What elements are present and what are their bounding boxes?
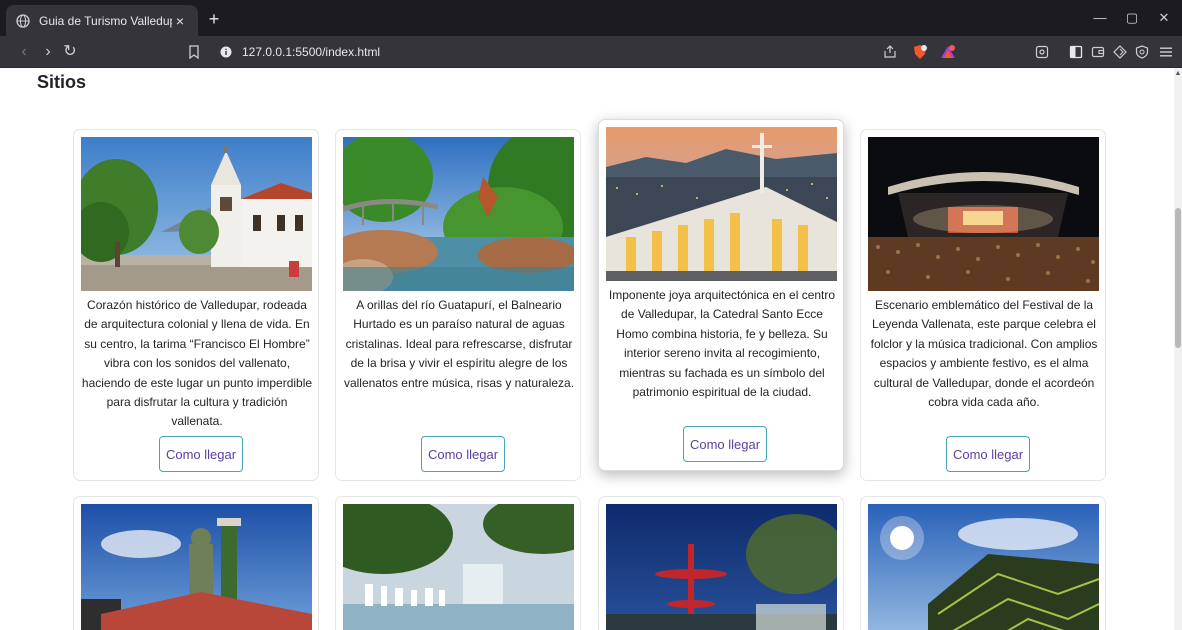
site-photo-edificio: [868, 504, 1099, 630]
site-photo-fuente: [606, 504, 837, 630]
globe-icon: [16, 13, 30, 28]
url-text: 127.0.0.1:5500/index.html: [242, 45, 381, 59]
vpn-icon[interactable]: [1132, 42, 1152, 62]
browser-tab-active[interactable]: Guia de Turismo Valledupar ×: [6, 5, 198, 36]
window-minimize-button[interactable]: —: [1090, 10, 1110, 28]
site-card: A orillas del río Guatapurí, el Balneari…: [335, 129, 581, 481]
site-card: Corazón histórico de Valledupar, rodeada…: [73, 129, 319, 481]
site-card: [335, 496, 581, 630]
browser-tab-strip: Guia de Turismo Valledupar × + — ▢ ✕: [0, 0, 1182, 36]
site-description: Corazón histórico de Valledupar, rodeada…: [81, 298, 313, 429]
site-description: Imponente joya arquitectónica en el cent…: [608, 288, 836, 400]
site-card: [73, 496, 319, 630]
extensions-icon[interactable]: [1110, 42, 1130, 62]
screenshot-icon[interactable]: [1032, 42, 1052, 62]
bookmark-icon[interactable]: [184, 42, 204, 62]
site-photo-monumento: [343, 504, 574, 630]
back-button[interactable]: ‹: [14, 42, 34, 62]
site-card: [860, 496, 1106, 630]
site-photo-plaza: [81, 137, 312, 291]
reload-button[interactable]: ↻: [60, 42, 80, 62]
share-icon[interactable]: [880, 42, 900, 62]
page-scrollbar[interactable]: ▲: [1174, 68, 1182, 630]
brave-shields-icon[interactable]: [910, 42, 930, 62]
directions-button[interactable]: Como llegar: [683, 426, 767, 462]
section-title: Sitios: [37, 72, 87, 92]
directions-button[interactable]: Como llegar: [946, 436, 1030, 472]
site-description: Escenario emblemático del Festival de la…: [870, 298, 1098, 410]
site-photo-parque-leyenda: [868, 137, 1099, 291]
site-photo-mirador: [81, 504, 312, 630]
menu-icon[interactable]: [1156, 42, 1176, 62]
site-card: Escenario emblemático del Festival de la…: [860, 129, 1106, 481]
site-description: A orillas del río Guatapurí, el Balneari…: [343, 298, 575, 390]
page-viewport: Sitios Corazón histórico de Valledupar, …: [0, 68, 1174, 630]
tab-close-icon[interactable]: ×: [172, 13, 188, 29]
site-info-icon[interactable]: [216, 42, 236, 62]
forward-button[interactable]: ›: [38, 42, 58, 62]
window-close-button[interactable]: ✕: [1154, 10, 1174, 28]
tab-title: Guia de Turismo Valledupar: [39, 13, 172, 28]
directions-button[interactable]: Como llegar: [159, 436, 243, 472]
directions-button[interactable]: Como llegar: [421, 436, 505, 472]
browser-toolbar: ‹ › ↻ 127.0.0.1:5500/index.html: [0, 36, 1182, 68]
site-card: [598, 496, 844, 630]
brave-rewards-icon[interactable]: [938, 42, 958, 62]
address-bar[interactable]: 127.0.0.1:5500/index.html: [178, 40, 970, 64]
new-tab-button[interactable]: +: [204, 9, 224, 29]
site-card: Imponente joya arquitectónica en el cent…: [598, 119, 844, 471]
window-restore-button[interactable]: ▢: [1122, 10, 1142, 28]
scroll-up-icon[interactable]: ▲: [1174, 70, 1182, 78]
sidebar-icon[interactable]: [1066, 42, 1086, 62]
site-photo-balneario: [343, 137, 574, 291]
site-photo-catedral: [606, 127, 837, 281]
wallet-icon[interactable]: [1088, 42, 1108, 62]
scrollbar-thumb[interactable]: [1175, 208, 1181, 348]
